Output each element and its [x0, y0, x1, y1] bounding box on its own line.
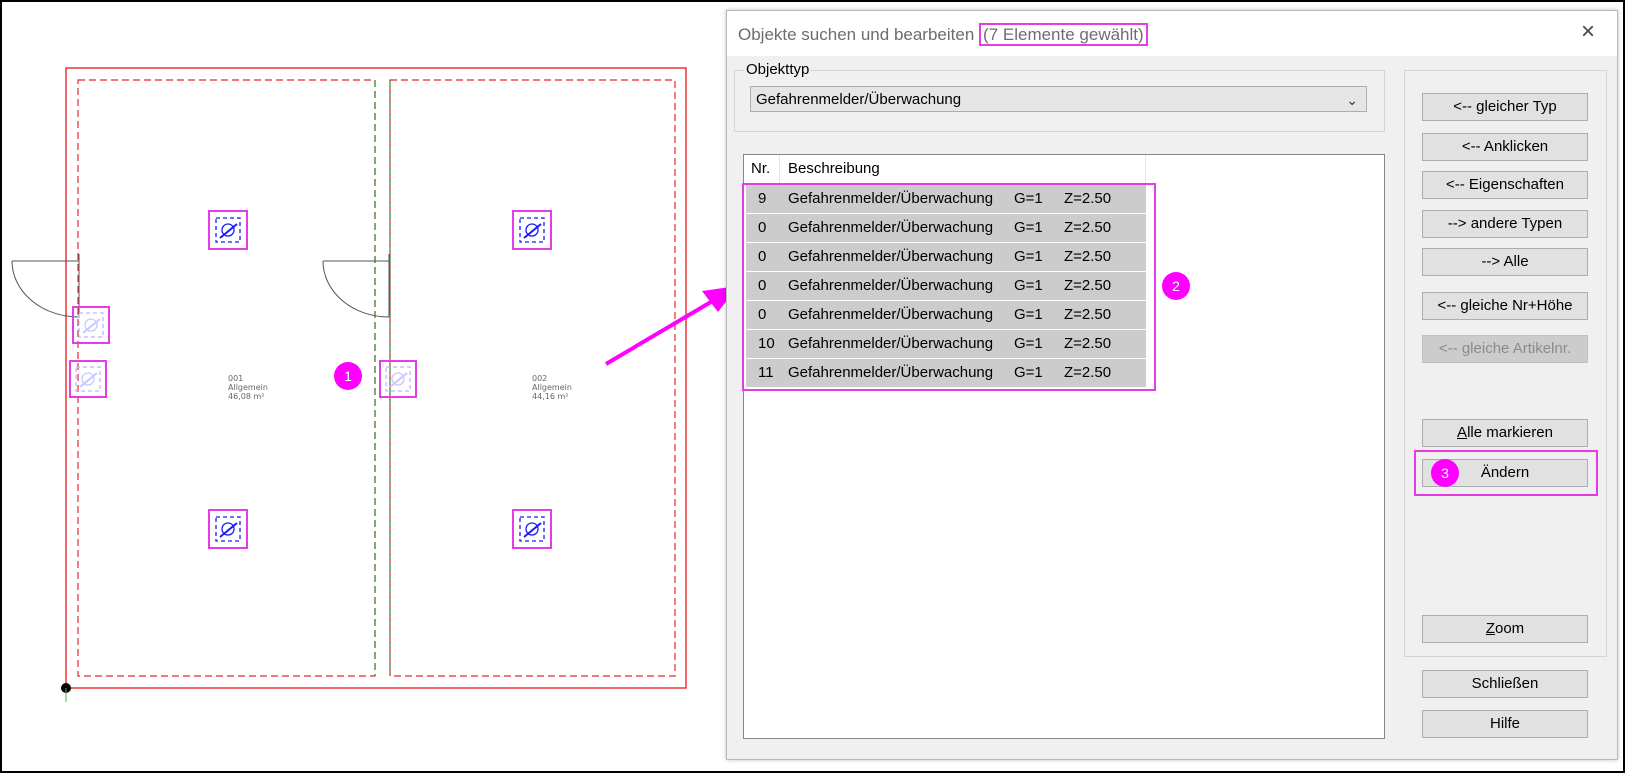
- column-header-description[interactable]: Beschreibung: [780, 155, 1146, 183]
- mark-all-button[interactable]: Alle markieren: [1422, 419, 1588, 447]
- list-cell-desc: Gefahrenmelder/Überwachung: [788, 248, 994, 265]
- same-nr-height-button[interactable]: <-- gleiche Nr+Höhe: [1422, 292, 1588, 320]
- objects-list[interactable]: Nr. Beschreibung 9 Gefahrenmelder/Überwac…: [743, 154, 1385, 739]
- list-item[interactable]: 0 Gefahrenmelder/Überwachung G=1 Z=2.50: [746, 272, 1146, 300]
- screenshot-frame: 001 Allgemein 46,08 m² 002 Allgemein 44,…: [0, 0, 1625, 773]
- list-cell-g: G=1: [1014, 190, 1043, 207]
- zoom-button[interactable]: Zoom: [1422, 615, 1588, 643]
- list-cell-z: Z=2.50: [1064, 277, 1112, 294]
- sensor-symbol: [512, 509, 552, 549]
- object-type-select[interactable]: Gefahrenmelder/Überwachung ⌄: [750, 86, 1367, 112]
- list-cell-z: Z=2.50: [1064, 306, 1112, 323]
- list-cell-nr: 0: [758, 277, 767, 294]
- chevron-down-icon: ⌄: [1346, 92, 1358, 108]
- dialog-title: Objekte suchen und bearbeiten (7 Element…: [738, 23, 1148, 46]
- sensor-symbol: [208, 509, 248, 549]
- list-item[interactable]: 11 Gefahrenmelder/Überwachung G=1 Z=2.50: [746, 359, 1146, 387]
- same-article-button: <-- gleiche Artikelnr.: [1422, 335, 1588, 363]
- list-item[interactable]: 9 Gefahrenmelder/Überwachung G=1 Z=2.50: [746, 185, 1146, 213]
- list-cell-desc: Gefahrenmelder/Überwachung: [788, 277, 994, 294]
- help-button[interactable]: Hilfe: [1422, 710, 1588, 738]
- sensor-symbol: [379, 360, 417, 398]
- list-cell-g: G=1: [1014, 306, 1043, 323]
- list-cell-desc: Gefahrenmelder/Überwachung: [788, 190, 994, 207]
- selection-count: (7 Elemente gewählt): [979, 23, 1148, 46]
- room-label-002: 002 Allgemein 44,16 m²: [532, 374, 572, 401]
- close-button[interactable]: Schließen: [1422, 670, 1588, 698]
- list-cell-z: Z=2.50: [1064, 219, 1112, 236]
- door-left: [11, 254, 80, 318]
- step-badge-2: 2: [1162, 272, 1190, 300]
- list-cell-g: G=1: [1014, 248, 1043, 265]
- outer-wall: [65, 67, 687, 689]
- room-1-boundary: [77, 79, 376, 677]
- list-cell-g: G=1: [1014, 277, 1043, 294]
- list-item[interactable]: 0 Gefahrenmelder/Überwachung G=1 Z=2.50: [746, 243, 1146, 271]
- sensor-symbol: [69, 360, 107, 398]
- sensor-symbol: [208, 210, 248, 250]
- step-badge-1: 1: [334, 362, 362, 390]
- sensor-symbol: [512, 210, 552, 250]
- all-button[interactable]: --> Alle: [1422, 248, 1588, 276]
- click-button[interactable]: <-- Anklicken: [1422, 133, 1588, 161]
- list-cell-nr: 9: [758, 190, 767, 207]
- list-cell-desc: Gefahrenmelder/Überwachung: [788, 306, 994, 323]
- same-type-button[interactable]: <-- gleicher Typ: [1422, 93, 1588, 121]
- close-icon[interactable]: ×: [1575, 19, 1601, 45]
- list-cell-nr: 11: [758, 364, 774, 381]
- list-cell-nr: 10: [758, 335, 775, 352]
- list-cell-desc: Gefahrenmelder/Überwachung: [788, 219, 994, 236]
- list-cell-nr: 0: [758, 219, 767, 236]
- sensor-symbols: [69, 210, 552, 549]
- list-cell-nr: 0: [758, 306, 767, 323]
- list-cell-desc: Gefahrenmelder/Überwachung: [788, 364, 994, 381]
- list-cell-g: G=1: [1014, 364, 1043, 381]
- list-cell-z: Z=2.50: [1064, 364, 1112, 381]
- step-badge-3: 3: [1431, 459, 1459, 487]
- list-cell-g: G=1: [1014, 335, 1043, 352]
- list-cell-z: Z=2.50: [1064, 190, 1112, 207]
- other-types-button[interactable]: --> andere Typen: [1422, 210, 1588, 238]
- list-cell-z: Z=2.50: [1064, 335, 1112, 352]
- properties-button[interactable]: <-- Eigenschaften: [1422, 171, 1588, 199]
- list-cell-nr: 0: [758, 248, 767, 265]
- pointer-arrow: [604, 287, 726, 366]
- list-item[interactable]: 0 Gefahrenmelder/Überwachung G=1 Z=2.50: [746, 301, 1146, 329]
- column-header-nr[interactable]: Nr.: [744, 155, 780, 183]
- room-label-001: 001 Allgemein 46,08 m²: [228, 374, 268, 401]
- list-cell-desc: Gefahrenmelder/Überwachung: [788, 335, 994, 352]
- object-type-label: Objekttyp: [744, 61, 812, 78]
- list-item[interactable]: 10 Gefahrenmelder/Überwachung G=1 Z=2.50: [746, 330, 1146, 358]
- door-middle: [322, 254, 390, 318]
- cad-floorplan[interactable]: [2, 2, 726, 771]
- list-cell-g: G=1: [1014, 219, 1043, 236]
- list-item[interactable]: 0 Gefahrenmelder/Überwachung G=1 Z=2.50: [746, 214, 1146, 242]
- list-cell-z: Z=2.50: [1064, 248, 1112, 265]
- dialog-titlebar: Objekte suchen und bearbeiten (7 Element…: [727, 11, 1617, 56]
